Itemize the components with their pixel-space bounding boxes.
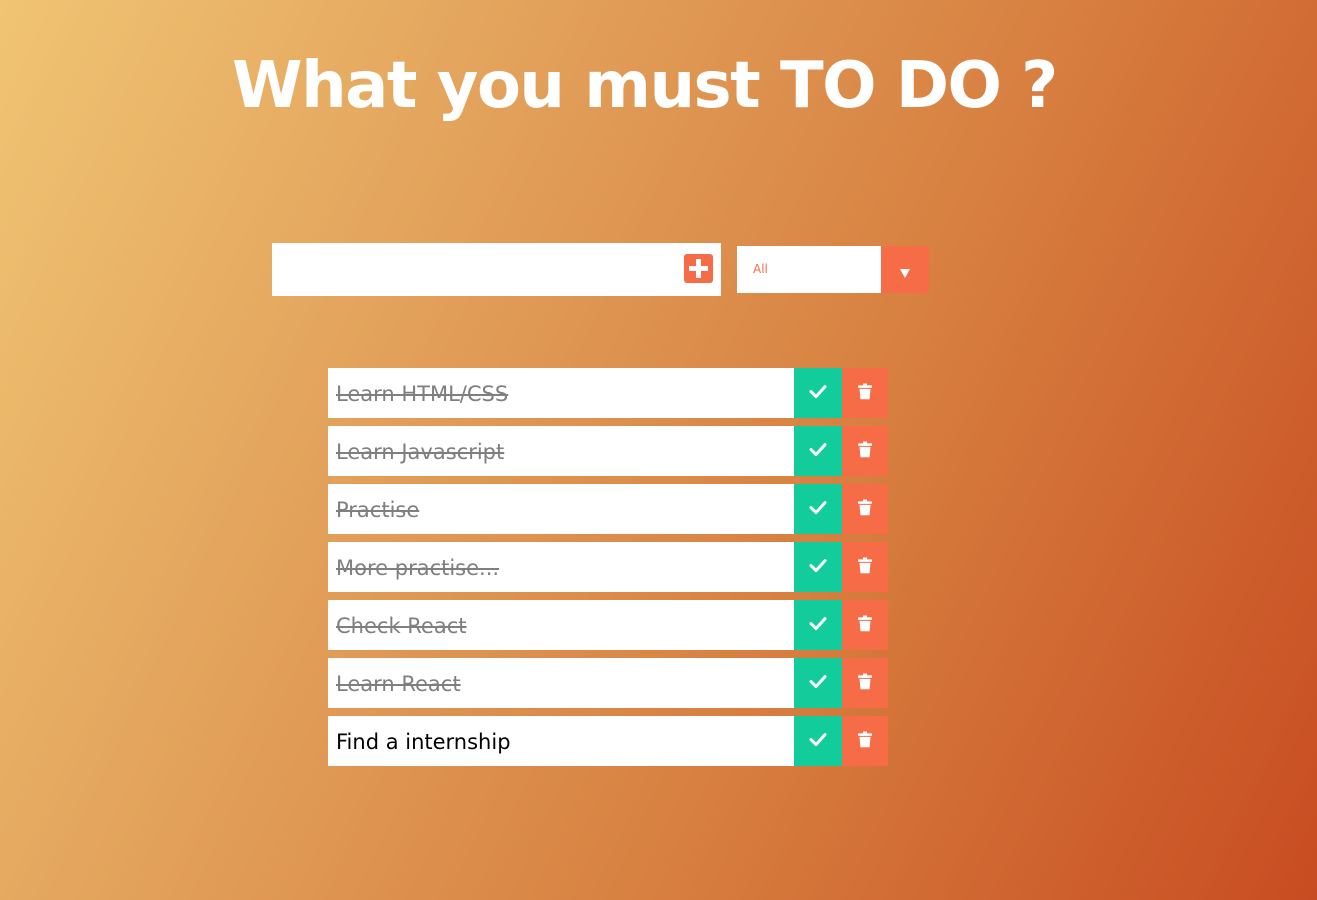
complete-button[interactable] (794, 542, 842, 592)
trash-icon (858, 499, 872, 516)
trash-icon (858, 557, 872, 574)
delete-button[interactable] (842, 658, 888, 708)
todo-item: Check React (328, 600, 888, 650)
trash-icon (858, 615, 872, 632)
todo-text: Learn React (336, 672, 461, 696)
complete-button[interactable] (794, 658, 842, 708)
todo-item: Learn React (328, 658, 888, 708)
trash-icon (858, 731, 872, 748)
complete-button[interactable] (794, 426, 842, 476)
todo-text: More practise... (336, 556, 500, 580)
trash-icon (858, 673, 872, 690)
check-icon (809, 385, 827, 399)
todo-item: Learn HTML/CSS (328, 368, 888, 418)
page-title: What you must TO DO ? (232, 49, 1058, 123)
todo-list: Learn HTML/CSS Learn Javascript Practise… (328, 368, 888, 774)
todo-text: Check React (336, 614, 467, 638)
filter-selected-value: All (753, 262, 768, 276)
delete-button[interactable] (842, 716, 888, 766)
complete-button[interactable] (794, 368, 842, 418)
trash-icon (858, 383, 872, 400)
todo-item: More practise... (328, 542, 888, 592)
todo-text: Learn HTML/CSS (336, 382, 509, 406)
todo-text: Find a internship (336, 730, 511, 754)
todo-text: Practise (336, 498, 420, 522)
complete-button[interactable] (794, 484, 842, 534)
filter-dropdown-button[interactable] (881, 246, 929, 293)
todo-text: Learn Javascript (336, 440, 505, 464)
check-icon (809, 617, 827, 631)
filter-select[interactable]: All (737, 246, 929, 293)
plus-icon (689, 259, 708, 278)
delete-button[interactable] (842, 600, 888, 650)
todo-item: Learn Javascript (328, 426, 888, 476)
delete-button[interactable] (842, 368, 888, 418)
complete-button[interactable] (794, 716, 842, 766)
check-icon (809, 675, 827, 689)
caret-down-icon (900, 269, 910, 278)
delete-button[interactable] (842, 542, 888, 592)
trash-icon (858, 441, 872, 458)
add-todo-button[interactable] (684, 254, 713, 283)
todo-item: Find a internship (328, 716, 888, 766)
check-icon (809, 559, 827, 573)
todo-input-wrapper (272, 243, 721, 296)
check-icon (809, 733, 827, 747)
delete-button[interactable] (842, 426, 888, 476)
todo-item: Practise (328, 484, 888, 534)
todo-input[interactable] (272, 243, 672, 296)
check-icon (809, 443, 827, 457)
delete-button[interactable] (842, 484, 888, 534)
check-icon (809, 501, 827, 515)
complete-button[interactable] (794, 600, 842, 650)
